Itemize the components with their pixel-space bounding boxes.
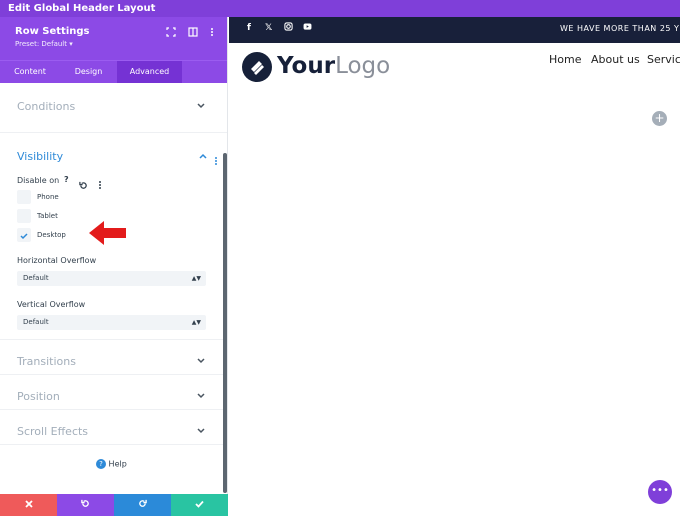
site-navigation: YourLogo Home About us Service [229,43,680,91]
youtube-icon[interactable] [303,23,312,33]
select-arrows-icon: ▲▼ [191,319,201,326]
section-title: Scroll Effects [17,425,89,438]
section-title: Conditions [17,100,76,113]
expand-icon[interactable] [165,27,177,39]
section-position[interactable]: Position [0,375,227,410]
announcement-text: WE HAVE MORE THAN 25 YE [560,24,680,33]
desktop-checkbox[interactable] [17,228,31,242]
redo-icon [139,499,147,507]
panel-header: Row Settings Preset: Default ▾ [0,17,227,60]
section-transitions[interactable]: Transitions [0,340,227,375]
chevron-down-icon [197,392,205,402]
vertical-overflow-label: Vertical Overflow [17,300,86,309]
help-label: Help [108,459,127,469]
horizontal-overflow-label: Horizontal Overflow [17,256,97,265]
site-logo[interactable]: YourLogo [277,53,390,79]
section-conditions[interactable]: Conditions [0,83,227,133]
disable-on-label: Disable on [17,176,60,185]
add-section-button[interactable]: + [652,111,667,126]
row-settings-panel: Row Settings Preset: Default ▾ Content D… [0,17,228,516]
undo-icon [81,499,89,507]
nav-service[interactable]: Service [647,53,680,66]
red-arrow-icon [88,218,128,252]
chevron-up-icon[interactable] [199,152,207,162]
chevron-down-icon [197,102,205,112]
cancel-button[interactable] [0,494,57,516]
split-view-icon[interactable] [187,27,199,39]
help-link[interactable]: ? Help [96,459,127,469]
select-value: Default [23,318,49,326]
tab-design[interactable]: Design [60,61,117,83]
panel-footer [0,494,228,516]
preset-selector[interactable]: Preset: Default ▾ [15,40,227,48]
more-options-icon[interactable] [206,27,218,39]
desktop-label: Desktop [37,231,66,239]
panel-scrollbar[interactable] [223,153,227,493]
help-icon[interactable]: ? [64,175,69,184]
window-title: Edit Global Header Layout [8,3,156,14]
logo-part-your: Your [277,53,336,79]
vertical-overflow-select[interactable]: Default ▲▼ [17,315,206,330]
checkmark-icon [20,233,28,240]
select-arrows-icon: ▲▼ [191,275,201,282]
section-visibility: Visibility Disable on ? Phone Tablet Des… [0,133,227,340]
x-twitter-icon[interactable]: 𝕏 [265,23,272,33]
tab-advanced[interactable]: Advanced [117,61,182,83]
select-value: Default [23,274,49,282]
close-icon [24,500,33,508]
tablet-label: Tablet [37,212,58,220]
tab-content[interactable]: Content [0,61,60,83]
phone-label: Phone [37,193,59,201]
redo-button[interactable] [114,494,171,516]
check-icon [195,500,204,508]
phone-checkbox[interactable] [17,190,31,204]
section-more-icon[interactable] [214,151,218,170]
logo-part-logo: Logo [335,53,391,79]
section-scroll-effects[interactable]: Scroll Effects [0,410,227,445]
site-top-bar: f 𝕏 WE HAVE MORE THAN 25 YE [229,17,680,43]
chevron-down-icon [197,427,205,437]
nav-home[interactable]: Home [549,53,581,66]
settings-tabs: Content Design Advanced [0,60,227,83]
builder-menu-button[interactable]: ••• [648,480,672,504]
window-title-bar: Edit Global Header Layout [0,0,680,17]
undo-button[interactable] [57,494,114,516]
help-circle-icon: ? [96,459,106,469]
instagram-icon[interactable] [284,22,293,34]
section-title: Position [17,390,60,403]
logo-mark-icon [242,52,272,82]
save-button[interactable] [171,494,228,516]
chevron-down-icon [197,357,205,367]
facebook-icon[interactable]: f [247,23,251,33]
reset-icon[interactable] [79,175,88,194]
option-more-icon[interactable] [98,175,102,194]
section-title[interactable]: Visibility [17,150,63,163]
tablet-checkbox[interactable] [17,209,31,223]
horizontal-overflow-select[interactable]: Default ▲▼ [17,271,206,286]
nav-about[interactable]: About us [591,53,640,66]
section-title: Transitions [17,355,76,368]
